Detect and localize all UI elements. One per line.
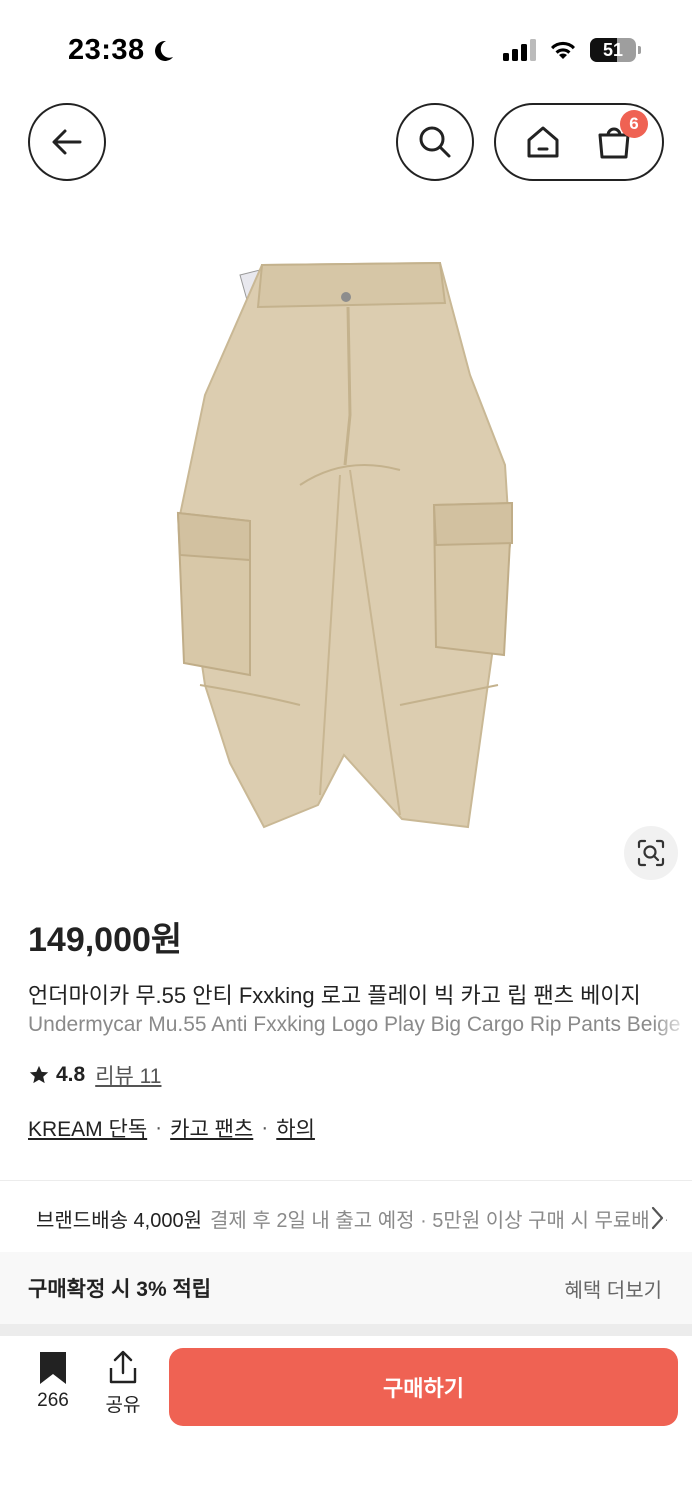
bookmark-icon [40, 1352, 66, 1384]
cargo-pants-image[interactable] [0, 215, 692, 895]
bookmark-button[interactable]: 266 [30, 1350, 76, 1412]
section-divider [0, 1180, 692, 1181]
category-breadcrumb: KREAM 단독 · 카고 팬츠 · 하의 [28, 1113, 315, 1143]
status-time-text: 23:38 [68, 34, 145, 66]
arrow-left-icon [52, 129, 82, 155]
home-icon[interactable] [524, 123, 562, 161]
product-price: 149,000원 [28, 921, 183, 959]
bottom-action-bar: 266 공유 구매하기 [0, 1336, 692, 1500]
cart-count-badge: 6 [620, 110, 648, 138]
home-cart-group: 6 [494, 103, 664, 181]
category-separator: · [155, 1116, 163, 1139]
battery-icon: 51 [590, 38, 641, 62]
shipping-fee: 브랜드배송 4,000원 [36, 1209, 203, 1232]
lens-icon [637, 839, 665, 867]
benefit-row: 구매확정 시 3% 적립 혜택 더보기 [0, 1252, 692, 1324]
product-title-en: Undermycar Mu.55 Anti Fxxking Logo Play … [28, 1013, 681, 1036]
image-search-button[interactable] [624, 826, 678, 880]
category-link-bottoms[interactable]: 하의 [276, 1113, 315, 1143]
moon-icon [154, 40, 173, 61]
rating-row: 4.8 리뷰 11 [28, 1060, 161, 1090]
cart-button[interactable]: 6 [594, 110, 648, 162]
title-fade [652, 975, 692, 1045]
signal-icon [503, 39, 536, 61]
search-button[interactable] [396, 103, 474, 181]
shipping-info-row[interactable]: 브랜드배송 4,000원 결제 후 2일 내 출고 예정 · 5만원 이상 구매… [28, 1200, 668, 1236]
product-title-ko: 언더마이카 무.55 안티 Fxxking 로고 플레이 빅 카고 립 팬츠 베… [28, 983, 641, 1008]
review-link[interactable]: 리뷰 11 [95, 1060, 161, 1090]
category-separator: · [261, 1116, 269, 1139]
shipping-detail: 결제 후 2일 내 출고 예정 · 5만원 이상 구매 시 무료배송 [210, 1209, 668, 1232]
benefit-label: 구매확정 시 3% 적립 [28, 1278, 212, 1301]
back-button[interactable] [28, 103, 106, 181]
status-bar: 23:38 51 [0, 0, 692, 100]
chevron-right-icon[interactable] [648, 1205, 666, 1231]
star-icon [29, 1065, 49, 1084]
benefit-more-link[interactable]: 혜택 더보기 [564, 1274, 662, 1303]
category-link-cargo[interactable]: 카고 팬츠 [170, 1113, 253, 1143]
rating-value: 4.8 [56, 1063, 86, 1086]
battery-level: 51 [602, 39, 624, 60]
share-label: 공유 [105, 1395, 141, 1416]
buy-button[interactable]: 구매하기 [169, 1348, 678, 1426]
wifi-icon [551, 41, 575, 59]
share-icon [109, 1350, 137, 1384]
section-band [0, 1324, 692, 1336]
bookmark-count: 266 [37, 1390, 69, 1411]
status-icons: 51 [503, 38, 641, 62]
category-link-exclusive[interactable]: KREAM 단독 [28, 1113, 147, 1143]
status-time: 23:38 [68, 34, 175, 67]
search-icon [419, 126, 451, 158]
share-button[interactable]: 공유 [100, 1350, 146, 1417]
